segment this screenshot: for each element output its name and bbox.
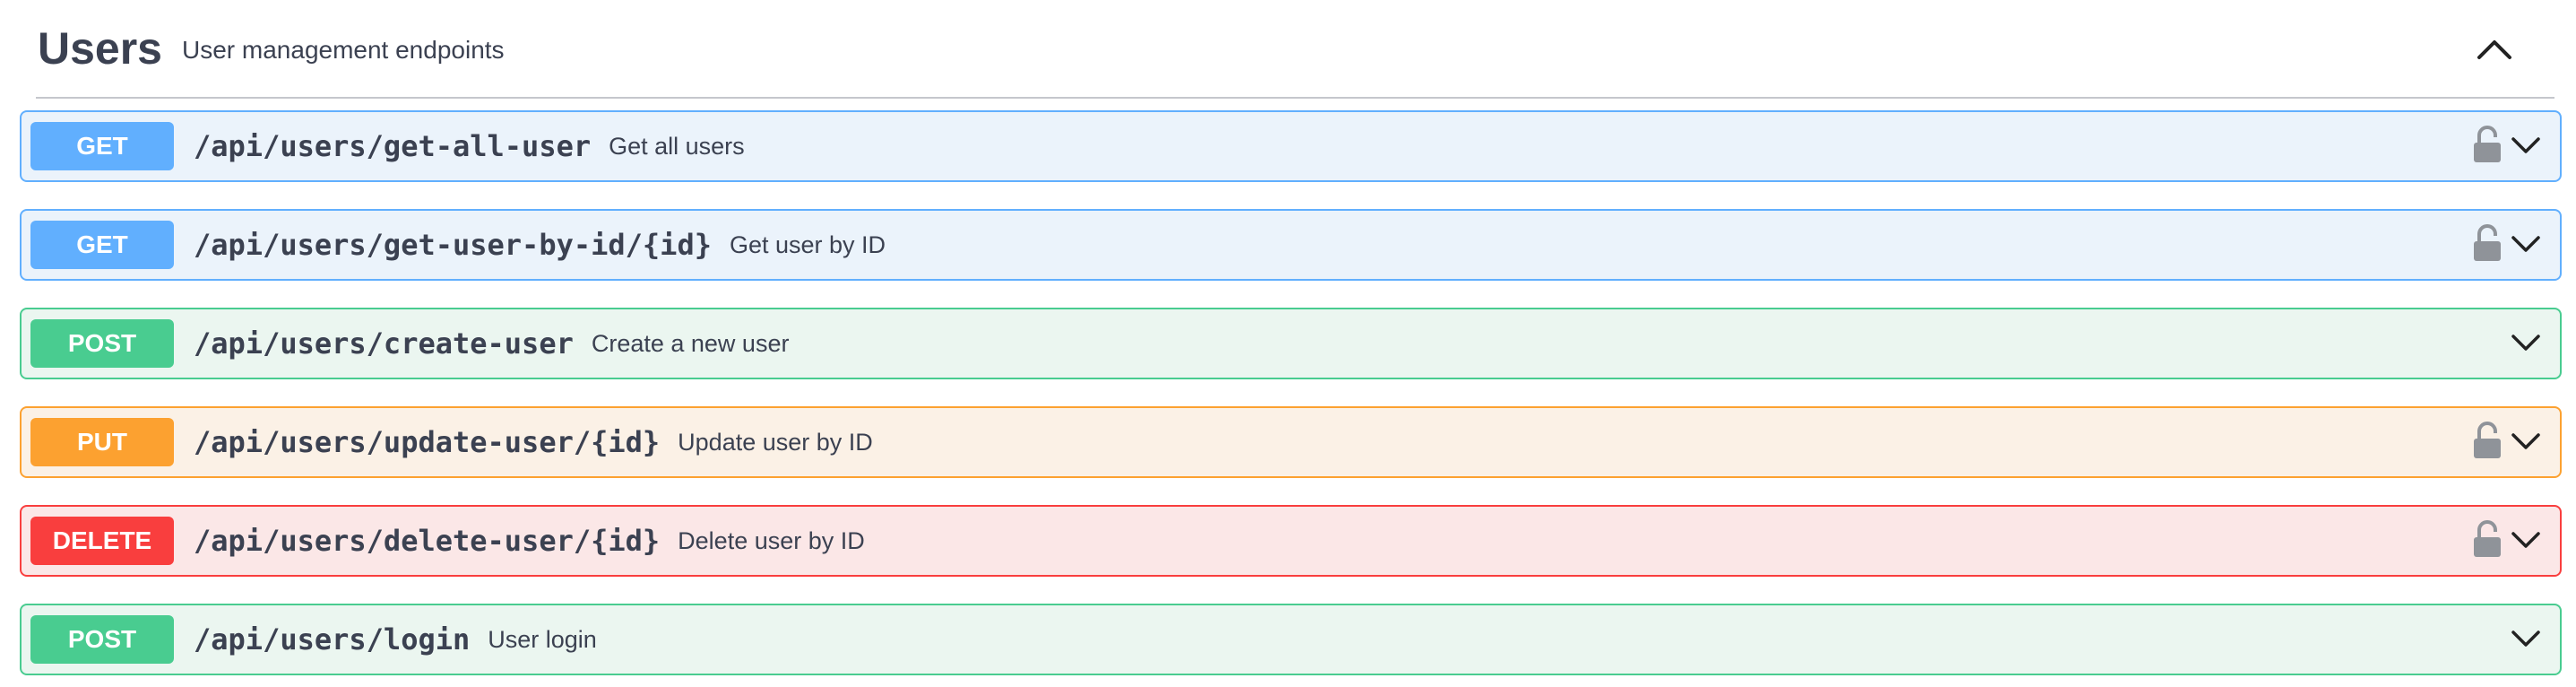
operation-summary: Delete user by ID bbox=[678, 526, 865, 554]
method-badge: GET bbox=[30, 221, 174, 269]
method-badge: GET bbox=[30, 122, 174, 170]
method-badge: POST bbox=[30, 319, 174, 368]
chevron-down-icon[interactable] bbox=[2508, 428, 2544, 455]
operation-create-user[interactable]: POST /api/users/create-user Create a new… bbox=[20, 308, 2562, 379]
operation-path: /api/users/update-user/{id} bbox=[194, 425, 661, 459]
lock-icon[interactable] bbox=[2472, 421, 2503, 460]
chevron-up-icon[interactable] bbox=[2470, 25, 2519, 74]
operation-summary: Get user by ID bbox=[729, 230, 886, 258]
operation-update-user[interactable]: PUT /api/users/update-user/{id} Update u… bbox=[20, 406, 2562, 478]
chevron-down-icon[interactable] bbox=[2508, 625, 2544, 652]
operation-summary: Update user by ID bbox=[678, 428, 873, 456]
method-badge: DELETE bbox=[30, 517, 174, 565]
method-badge: PUT bbox=[30, 418, 174, 466]
lock-icon[interactable] bbox=[2472, 223, 2503, 263]
lock-icon[interactable] bbox=[2472, 519, 2503, 559]
chevron-down-icon[interactable] bbox=[2508, 329, 2544, 356]
chevron-down-icon[interactable] bbox=[2508, 132, 2544, 159]
chevron-down-icon[interactable] bbox=[2508, 526, 2544, 553]
tag-description: User management endpoints bbox=[182, 36, 505, 64]
operation-path: /api/users/login bbox=[194, 622, 471, 657]
operation-get-all-user[interactable]: GET /api/users/get-all-user Get all user… bbox=[20, 110, 2562, 182]
chevron-down-icon[interactable] bbox=[2508, 230, 2544, 257]
operation-summary: User login bbox=[488, 625, 597, 653]
operation-path: /api/users/delete-user/{id} bbox=[194, 524, 661, 558]
tag-header[interactable]: Users User management endpoints bbox=[36, 0, 2554, 99]
operation-get-user-by-id[interactable]: GET /api/users/get-user-by-id/{id} Get u… bbox=[20, 209, 2562, 281]
lock-icon[interactable] bbox=[2472, 125, 2503, 164]
operation-path: /api/users/create-user bbox=[194, 326, 574, 361]
operation-summary: Create a new user bbox=[591, 329, 790, 357]
operation-summary: Get all users bbox=[609, 132, 745, 160]
operation-delete-user[interactable]: DELETE /api/users/delete-user/{id} Delet… bbox=[20, 505, 2562, 577]
operation-path: /api/users/get-user-by-id/{id} bbox=[194, 228, 712, 262]
operation-path: /api/users/get-all-user bbox=[194, 129, 592, 163]
method-badge: POST bbox=[30, 615, 174, 664]
operation-login[interactable]: POST /api/users/login User login bbox=[20, 604, 2562, 675]
tag-title: Users bbox=[38, 23, 162, 74]
